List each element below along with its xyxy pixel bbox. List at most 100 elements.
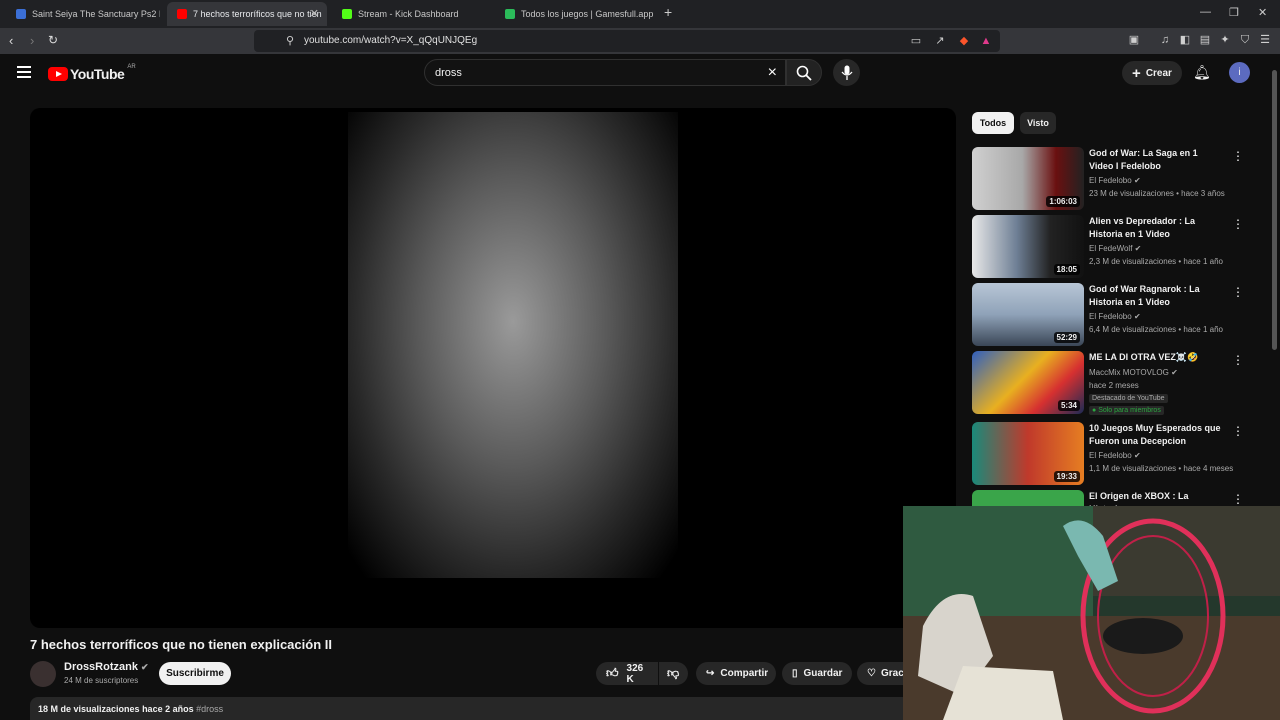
tab-label: Todos los juegos | Gamesfull.app — [521, 9, 654, 19]
create-button[interactable]: + Crear — [1122, 61, 1182, 85]
search-box[interactable]: dross × — [424, 59, 786, 86]
verified-icon: ✔ — [1133, 312, 1141, 321]
upload-age: hace 2 años — [142, 704, 194, 714]
channel-avatar[interactable] — [30, 661, 56, 687]
more-options-icon[interactable]: ⋮ — [1232, 149, 1244, 163]
chip-watched[interactable]: Visto — [1020, 112, 1056, 134]
recommendation-item[interactable]: 18:05 Alien vs Depredador : La Historia … — [972, 215, 1244, 279]
verified-icon: ✔ — [141, 662, 149, 672]
site-info-icon[interactable]: ⚲ — [284, 35, 296, 47]
address-bar[interactable]: ⚲ youtube.com/watch?v=X_qQqUNJQEg ▭ ↗ ◆ … — [254, 30, 1000, 52]
reader-icon[interactable]: ◧ — [1179, 34, 1191, 46]
share-button[interactable]: ↪ Compartir — [696, 662, 776, 685]
rec-title[interactable]: ME LA DI OTRA VEZ☠️🤣 — [1089, 351, 1223, 364]
tab-favicon-icon — [16, 9, 26, 19]
search-icon — [796, 65, 812, 81]
rewards-icon[interactable]: ▲ — [980, 35, 992, 47]
rec-channel[interactable]: MaccMix MOTOVLOG ✔ — [1089, 368, 1178, 377]
verified-icon: ✔ — [1133, 451, 1141, 460]
wallet-icon[interactable]: ▤ — [1199, 34, 1211, 46]
webcam-overlay — [903, 506, 1280, 720]
recommendation-item[interactable]: 5:34 ME LA DI OTRA VEZ☠️🤣 MaccMix MOTOVL… — [972, 351, 1244, 415]
forward-icon[interactable]: › — [30, 33, 34, 48]
thumbnail[interactable]: 5:34 — [972, 351, 1084, 414]
thumbnail[interactable]: 19:33 — [972, 422, 1084, 485]
more-options-icon[interactable]: ⋮ — [1232, 353, 1244, 367]
search-button[interactable] — [786, 59, 822, 86]
hamburger-menu-icon[interactable] — [17, 66, 31, 78]
new-tab-button[interactable]: + — [664, 4, 672, 20]
rec-title[interactable]: God of War: La Saga en 1 Video I Fedelob… — [1089, 147, 1223, 173]
more-options-icon[interactable]: ⋮ — [1232, 424, 1244, 438]
rec-meta: 23 M de visualizaciones • hace 3 años — [1089, 189, 1225, 198]
share-icon[interactable]: ↗ — [934, 35, 946, 47]
tab-label: 7 hechos terroríficos que no tien — [193, 9, 322, 19]
recommendation-item[interactable]: 1:06:03 God of War: La Saga en 1 Video I… — [972, 147, 1244, 211]
vpn-icon[interactable]: ⛉ — [1239, 34, 1251, 46]
heart-dollar-icon: ♡ — [867, 668, 876, 679]
rec-title[interactable]: God of War Ragnarok : La Historia en 1 V… — [1089, 283, 1223, 309]
browser-tab-active[interactable]: 7 hechos terroríficos que no tien ✕ — [167, 2, 327, 26]
youtube-logo[interactable]: YouTube AR — [48, 64, 136, 82]
rec-meta: 2,3 M de visualizaciones • hace 1 año — [1089, 257, 1223, 266]
subscriber-count: 24 M de suscriptores — [64, 676, 139, 685]
like-button[interactable]: 👍︎ 326 K — [596, 662, 658, 685]
recommendation-item[interactable]: El Origen de XBOX : La Historia ⋮ — [972, 490, 1242, 506]
rec-channel[interactable]: El Fedelobo ✔ — [1089, 451, 1141, 460]
thumbnail[interactable]: 52:29 — [972, 283, 1084, 346]
thumbnail[interactable]: 18:05 — [972, 215, 1084, 278]
country-code: AR — [127, 64, 136, 70]
reload-icon[interactable]: ↻ — [48, 33, 58, 47]
description-box[interactable]: 18 M de visualizaciones hace 2 años #dro… — [30, 697, 910, 720]
video-frame-portrait — [348, 112, 678, 578]
search-input[interactable]: dross — [435, 67, 462, 79]
youtube-play-icon — [48, 67, 68, 81]
rec-title[interactable]: 10 Juegos Muy Esperados que Fueron una D… — [1089, 422, 1223, 448]
close-tab-icon[interactable]: ✕ — [310, 7, 319, 20]
share-arrow-icon: ↪ — [706, 668, 715, 679]
thumbnail[interactable]: 1:06:03 — [972, 147, 1084, 210]
hashtag[interactable]: #dross — [196, 704, 223, 714]
recommendation-item[interactable]: 19:33 10 Juegos Muy Esperados que Fueron… — [972, 422, 1244, 486]
menu-icon[interactable]: ☰ — [1259, 34, 1271, 46]
restore-icon[interactable]: ❐ — [1229, 6, 1239, 19]
more-options-icon[interactable]: ⋮ — [1232, 285, 1244, 299]
rec-channel[interactable]: El Fedelobo ✔ — [1089, 176, 1141, 185]
view-count: 18 M de visualizaciones — [38, 704, 140, 714]
thumbs-down-icon: 👎︎ — [667, 666, 680, 680]
rec-title[interactable]: El Origen de XBOX : La Historia — [1089, 490, 1223, 506]
browser-tab[interactable]: Stream - Kick Dashboard — [332, 2, 492, 26]
rec-title[interactable]: Alien vs Depredador : La Historia en 1 V… — [1089, 215, 1223, 241]
browser-tab[interactable]: Saint Seiya The Sanctuary Ps2 ISO (N — [6, 2, 160, 26]
channel-name[interactable]: DrossRotzank ✔ — [64, 661, 149, 673]
cast-icon[interactable]: ▭ — [910, 35, 922, 47]
gamepad-favicon-icon — [505, 9, 515, 19]
page-scrollbar[interactable] — [1272, 70, 1277, 350]
more-options-icon[interactable]: ⋮ — [1232, 217, 1244, 231]
rec-channel[interactable]: El FedeWolf ✔ — [1089, 244, 1141, 253]
recommendation-item[interactable]: 52:29 God of War Ragnarok : La Historia … — [972, 283, 1244, 347]
minimize-icon[interactable]: — — [1200, 6, 1211, 18]
user-avatar[interactable]: i — [1229, 62, 1250, 83]
music-icon[interactable]: ♫ — [1159, 34, 1171, 46]
rec-meta: hace 2 meses — [1089, 381, 1139, 390]
thumbnail[interactable] — [972, 490, 1084, 506]
rec-channel[interactable]: El Fedelobo ✔ — [1089, 312, 1141, 321]
dislike-button[interactable]: 👎︎ — [659, 662, 688, 685]
browser-tab[interactable]: Todos los juegos | Gamesfull.app — [495, 2, 655, 26]
clear-search-icon[interactable]: × — [768, 64, 777, 82]
more-options-icon[interactable]: ⋮ — [1232, 492, 1242, 506]
chip-all[interactable]: Todos — [972, 112, 1014, 134]
notifications-bell-icon[interactable]: 🔔︎ — [1193, 64, 1211, 81]
microphone-icon — [841, 65, 853, 80]
bookmark-save-icon: ▯ — [792, 668, 798, 679]
subscribe-button[interactable]: Suscribirme — [159, 662, 231, 685]
video-player[interactable] — [30, 108, 956, 628]
voice-search-button[interactable] — [833, 59, 860, 86]
sidebar-panel-icon[interactable]: ▣ — [1128, 34, 1140, 46]
back-icon[interactable]: ‹ — [9, 33, 13, 48]
brave-shield-icon[interactable]: ◆ — [958, 35, 970, 47]
close-window-icon[interactable]: ✕ — [1258, 6, 1267, 19]
leo-ai-icon[interactable]: ✦ — [1219, 34, 1231, 46]
save-button[interactable]: ▯ Guardar — [782, 662, 852, 685]
